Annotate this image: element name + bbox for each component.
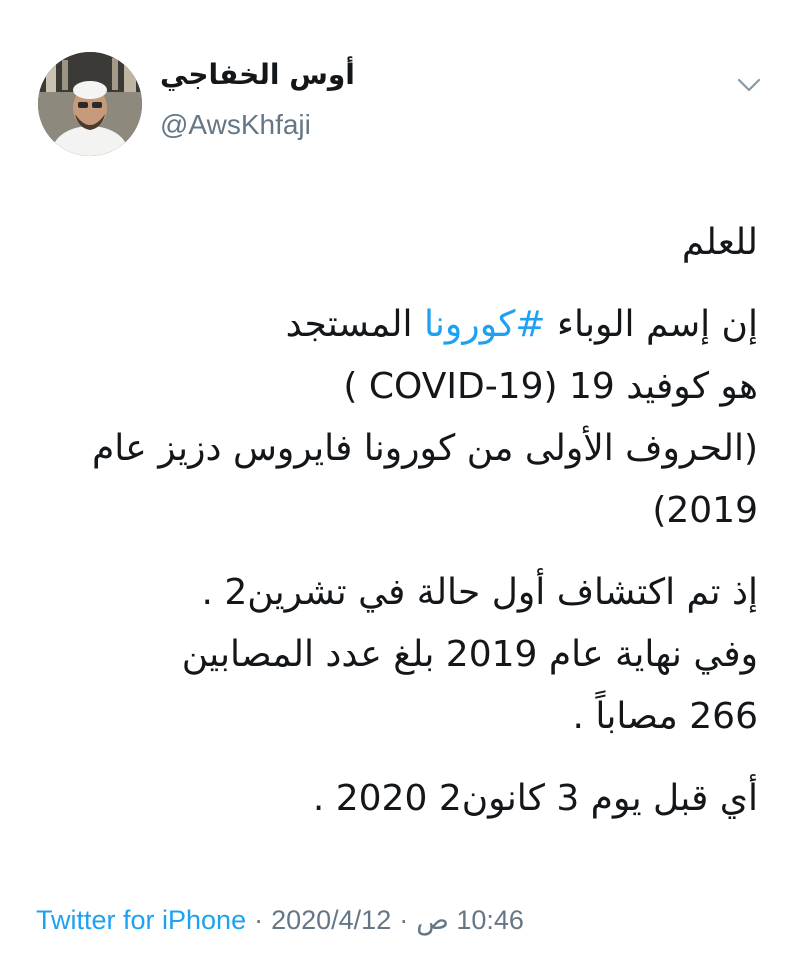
tweet-line: وفي نهاية عام 2019 بلغ عدد المصابين bbox=[181, 634, 758, 675]
user-handle[interactable]: @AwsKhfaji bbox=[160, 108, 311, 142]
tweet-line: (2019 bbox=[28, 480, 758, 542]
avatar[interactable] bbox=[38, 52, 142, 156]
tweet-line: هو كوفيد 19 (COVID-19 ) bbox=[343, 366, 758, 407]
tweet-line: أي قبل يوم 3 كانون2 2020 . bbox=[312, 778, 758, 819]
display-name[interactable]: أوس الخفاجي bbox=[160, 58, 355, 92]
chevron-down-icon bbox=[737, 78, 761, 92]
tweet-line: إن إسم الوباء #كورونا المستجد bbox=[28, 294, 758, 356]
tweet-text-segment: (2019 bbox=[652, 490, 758, 531]
tweet-text: للعلم إن إسم الوباء #كورونا المستجد هو ك… bbox=[28, 212, 758, 830]
tweet-menu-button[interactable] bbox=[736, 76, 762, 94]
separator: · bbox=[399, 905, 409, 935]
tweet-meta: Twitter for iPhone · 2020/4/12 · 10:46 ص bbox=[36, 902, 524, 938]
tweet-card: أوس الخفاجي @AwsKhfaji للعلم إن إسم الوب… bbox=[0, 0, 794, 960]
tweet-text-segment: المستجد bbox=[285, 304, 424, 345]
avatar-photo bbox=[38, 52, 142, 156]
tweet-source-link[interactable]: Twitter for iPhone bbox=[36, 905, 246, 935]
tweet-text-segment: إن إسم الوباء bbox=[545, 304, 758, 345]
separator: · bbox=[254, 905, 264, 935]
tweet-line: إذ تم اكتشاف أول حالة في تشرين2 . bbox=[201, 572, 758, 613]
tweet-line: (الحروف الأولى من كورونا فايروس دزيز عام bbox=[92, 428, 758, 469]
tweet-date[interactable]: 2020/4/12 bbox=[271, 905, 391, 935]
tweet-line: 266 مصاباً . bbox=[572, 696, 758, 737]
hashtag-link[interactable]: #كورونا bbox=[424, 304, 546, 345]
tweet-line: للعلم bbox=[681, 222, 758, 263]
tweet-time[interactable]: 10:46 ص bbox=[416, 905, 524, 935]
